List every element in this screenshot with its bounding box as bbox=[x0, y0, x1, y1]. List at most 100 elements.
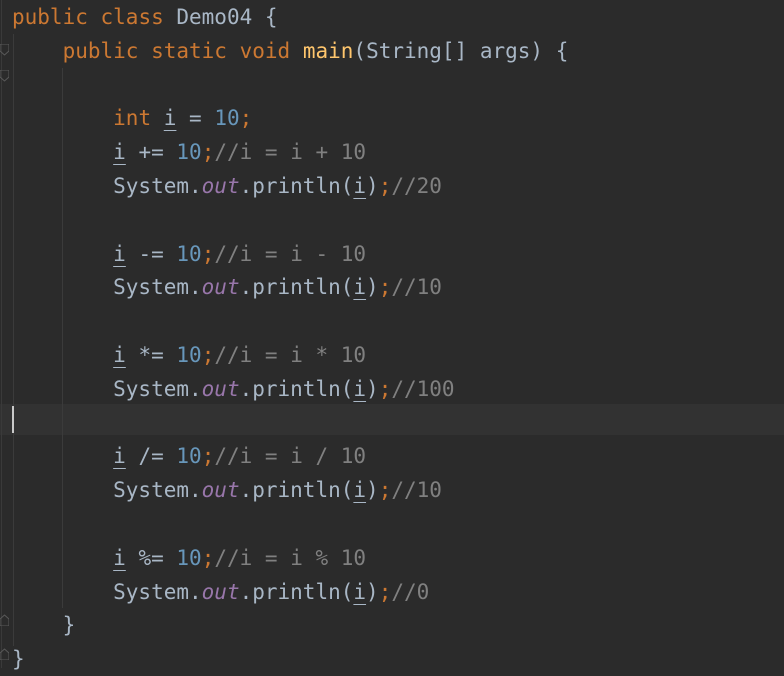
code-token: i bbox=[163, 106, 177, 131]
code-token: //20 bbox=[391, 174, 442, 198]
code-token: ; bbox=[378, 376, 392, 401]
code-token: public bbox=[62, 38, 139, 63]
code-token: i bbox=[353, 275, 367, 300]
code-token: ) bbox=[366, 376, 379, 401]
code-token: i bbox=[113, 241, 126, 266]
code-token: System. bbox=[12, 275, 202, 300]
code-line[interactable]: System.out.println(i);//0 bbox=[12, 575, 429, 609]
code-token: } bbox=[12, 613, 76, 638]
code-line[interactable]: System.out.println(i);//10 bbox=[12, 473, 442, 507]
fold-marker-icon[interactable] bbox=[0, 70, 9, 82]
code-line[interactable]: i -= 10;//i = i - 10 bbox=[12, 237, 366, 271]
code-line[interactable]: i *= 10;//i = i * 10 bbox=[12, 338, 366, 372]
code-token: %= bbox=[125, 545, 177, 570]
code-token: //10 bbox=[391, 275, 442, 300]
code-token: 10 bbox=[176, 545, 202, 570]
code-token: += bbox=[125, 140, 177, 165]
code-token: /= bbox=[125, 444, 177, 469]
code-token: i bbox=[113, 545, 126, 570]
code-token: .println( bbox=[239, 275, 354, 300]
code-token: -= bbox=[125, 241, 177, 266]
fold-marker-icon[interactable] bbox=[0, 648, 9, 660]
code-token: 10 bbox=[176, 343, 202, 367]
code-line[interactable]: } bbox=[12, 608, 76, 642]
code-token: ; bbox=[239, 106, 253, 131]
code-token: .println( bbox=[239, 376, 354, 401]
code-token: out bbox=[201, 275, 240, 300]
code-token: //0 bbox=[391, 579, 430, 604]
code-token: ) bbox=[366, 174, 379, 198]
code-token: ) bbox=[366, 478, 379, 503]
code-token: (String[] args) { bbox=[353, 38, 569, 63]
code-line[interactable]: public class Demo04 { bbox=[12, 0, 278, 34]
code-token: ) bbox=[366, 579, 379, 604]
code-token: Demo04 { bbox=[163, 5, 278, 29]
code-token: System. bbox=[12, 478, 202, 503]
code-token: //i = i % 10 bbox=[214, 545, 367, 570]
code-token: ) bbox=[366, 275, 379, 300]
code-token: i bbox=[353, 174, 367, 198]
code-token: .println( bbox=[239, 579, 354, 604]
text-cursor bbox=[12, 406, 14, 433]
fold-marker-icon[interactable] bbox=[0, 44, 9, 56]
code-token: System. bbox=[12, 579, 202, 604]
code-line[interactable]: System.out.println(i);//10 bbox=[12, 270, 442, 304]
code-token: 10 bbox=[214, 106, 240, 131]
code-token: ; bbox=[378, 275, 392, 300]
code-token: i bbox=[353, 376, 367, 401]
code-token: ; bbox=[201, 343, 215, 367]
code-editor[interactable]: public class Demo04 { public static void… bbox=[0, 0, 784, 671]
code-line[interactable]: System.out.println(i);//100 bbox=[12, 372, 455, 406]
code-line[interactable]: public static void main(String[] args) { bbox=[12, 34, 569, 68]
code-token: = bbox=[176, 106, 215, 131]
code-token: out bbox=[201, 376, 240, 401]
code-token: ; bbox=[378, 174, 392, 198]
code-token: i bbox=[113, 444, 126, 469]
gutter-divider bbox=[1, 0, 2, 668]
code-token: out bbox=[201, 478, 240, 503]
code-token: out bbox=[201, 174, 240, 198]
code-token: 10 bbox=[176, 444, 202, 469]
code-token: //i = i * 10 bbox=[214, 343, 367, 367]
code-line[interactable]: } bbox=[12, 642, 25, 676]
code-token: i bbox=[113, 343, 126, 367]
code-token: ; bbox=[201, 545, 215, 570]
code-line[interactable]: i += 10;//i = i + 10 bbox=[12, 135, 366, 169]
code-line[interactable]: i /= 10;//i = i / 10 bbox=[12, 439, 366, 473]
code-token: //100 bbox=[391, 376, 455, 401]
code-token: *= bbox=[125, 343, 177, 367]
code-token: i bbox=[353, 579, 367, 604]
code-line[interactable]: i %= 10;//i = i % 10 bbox=[12, 541, 366, 575]
code-token: //i = i / 10 bbox=[214, 444, 367, 469]
code-token: i bbox=[113, 140, 126, 165]
code-token: ; bbox=[201, 444, 215, 469]
code-token: //i = i - 10 bbox=[214, 241, 367, 266]
code-token: //i = i + 10 bbox=[214, 140, 367, 165]
code-token: System. bbox=[12, 376, 202, 401]
code-token: ; bbox=[201, 241, 215, 266]
code-token: .println( bbox=[239, 478, 354, 503]
code-token: public bbox=[12, 5, 88, 29]
code-token: System. bbox=[12, 174, 202, 198]
code-token: ; bbox=[378, 478, 392, 503]
code-token: int bbox=[113, 106, 152, 131]
fold-marker-icon[interactable] bbox=[0, 614, 9, 626]
code-token: .println( bbox=[239, 174, 354, 198]
code-line[interactable]: int i = 10; bbox=[12, 101, 252, 135]
current-line-highlight bbox=[0, 404, 784, 435]
code-token: 10 bbox=[176, 241, 202, 266]
code-line[interactable]: System.out.println(i);//20 bbox=[12, 169, 442, 203]
code-token: 10 bbox=[176, 140, 202, 165]
code-token: static bbox=[151, 38, 227, 63]
code-token: ; bbox=[378, 579, 392, 604]
code-token: ; bbox=[201, 140, 215, 165]
